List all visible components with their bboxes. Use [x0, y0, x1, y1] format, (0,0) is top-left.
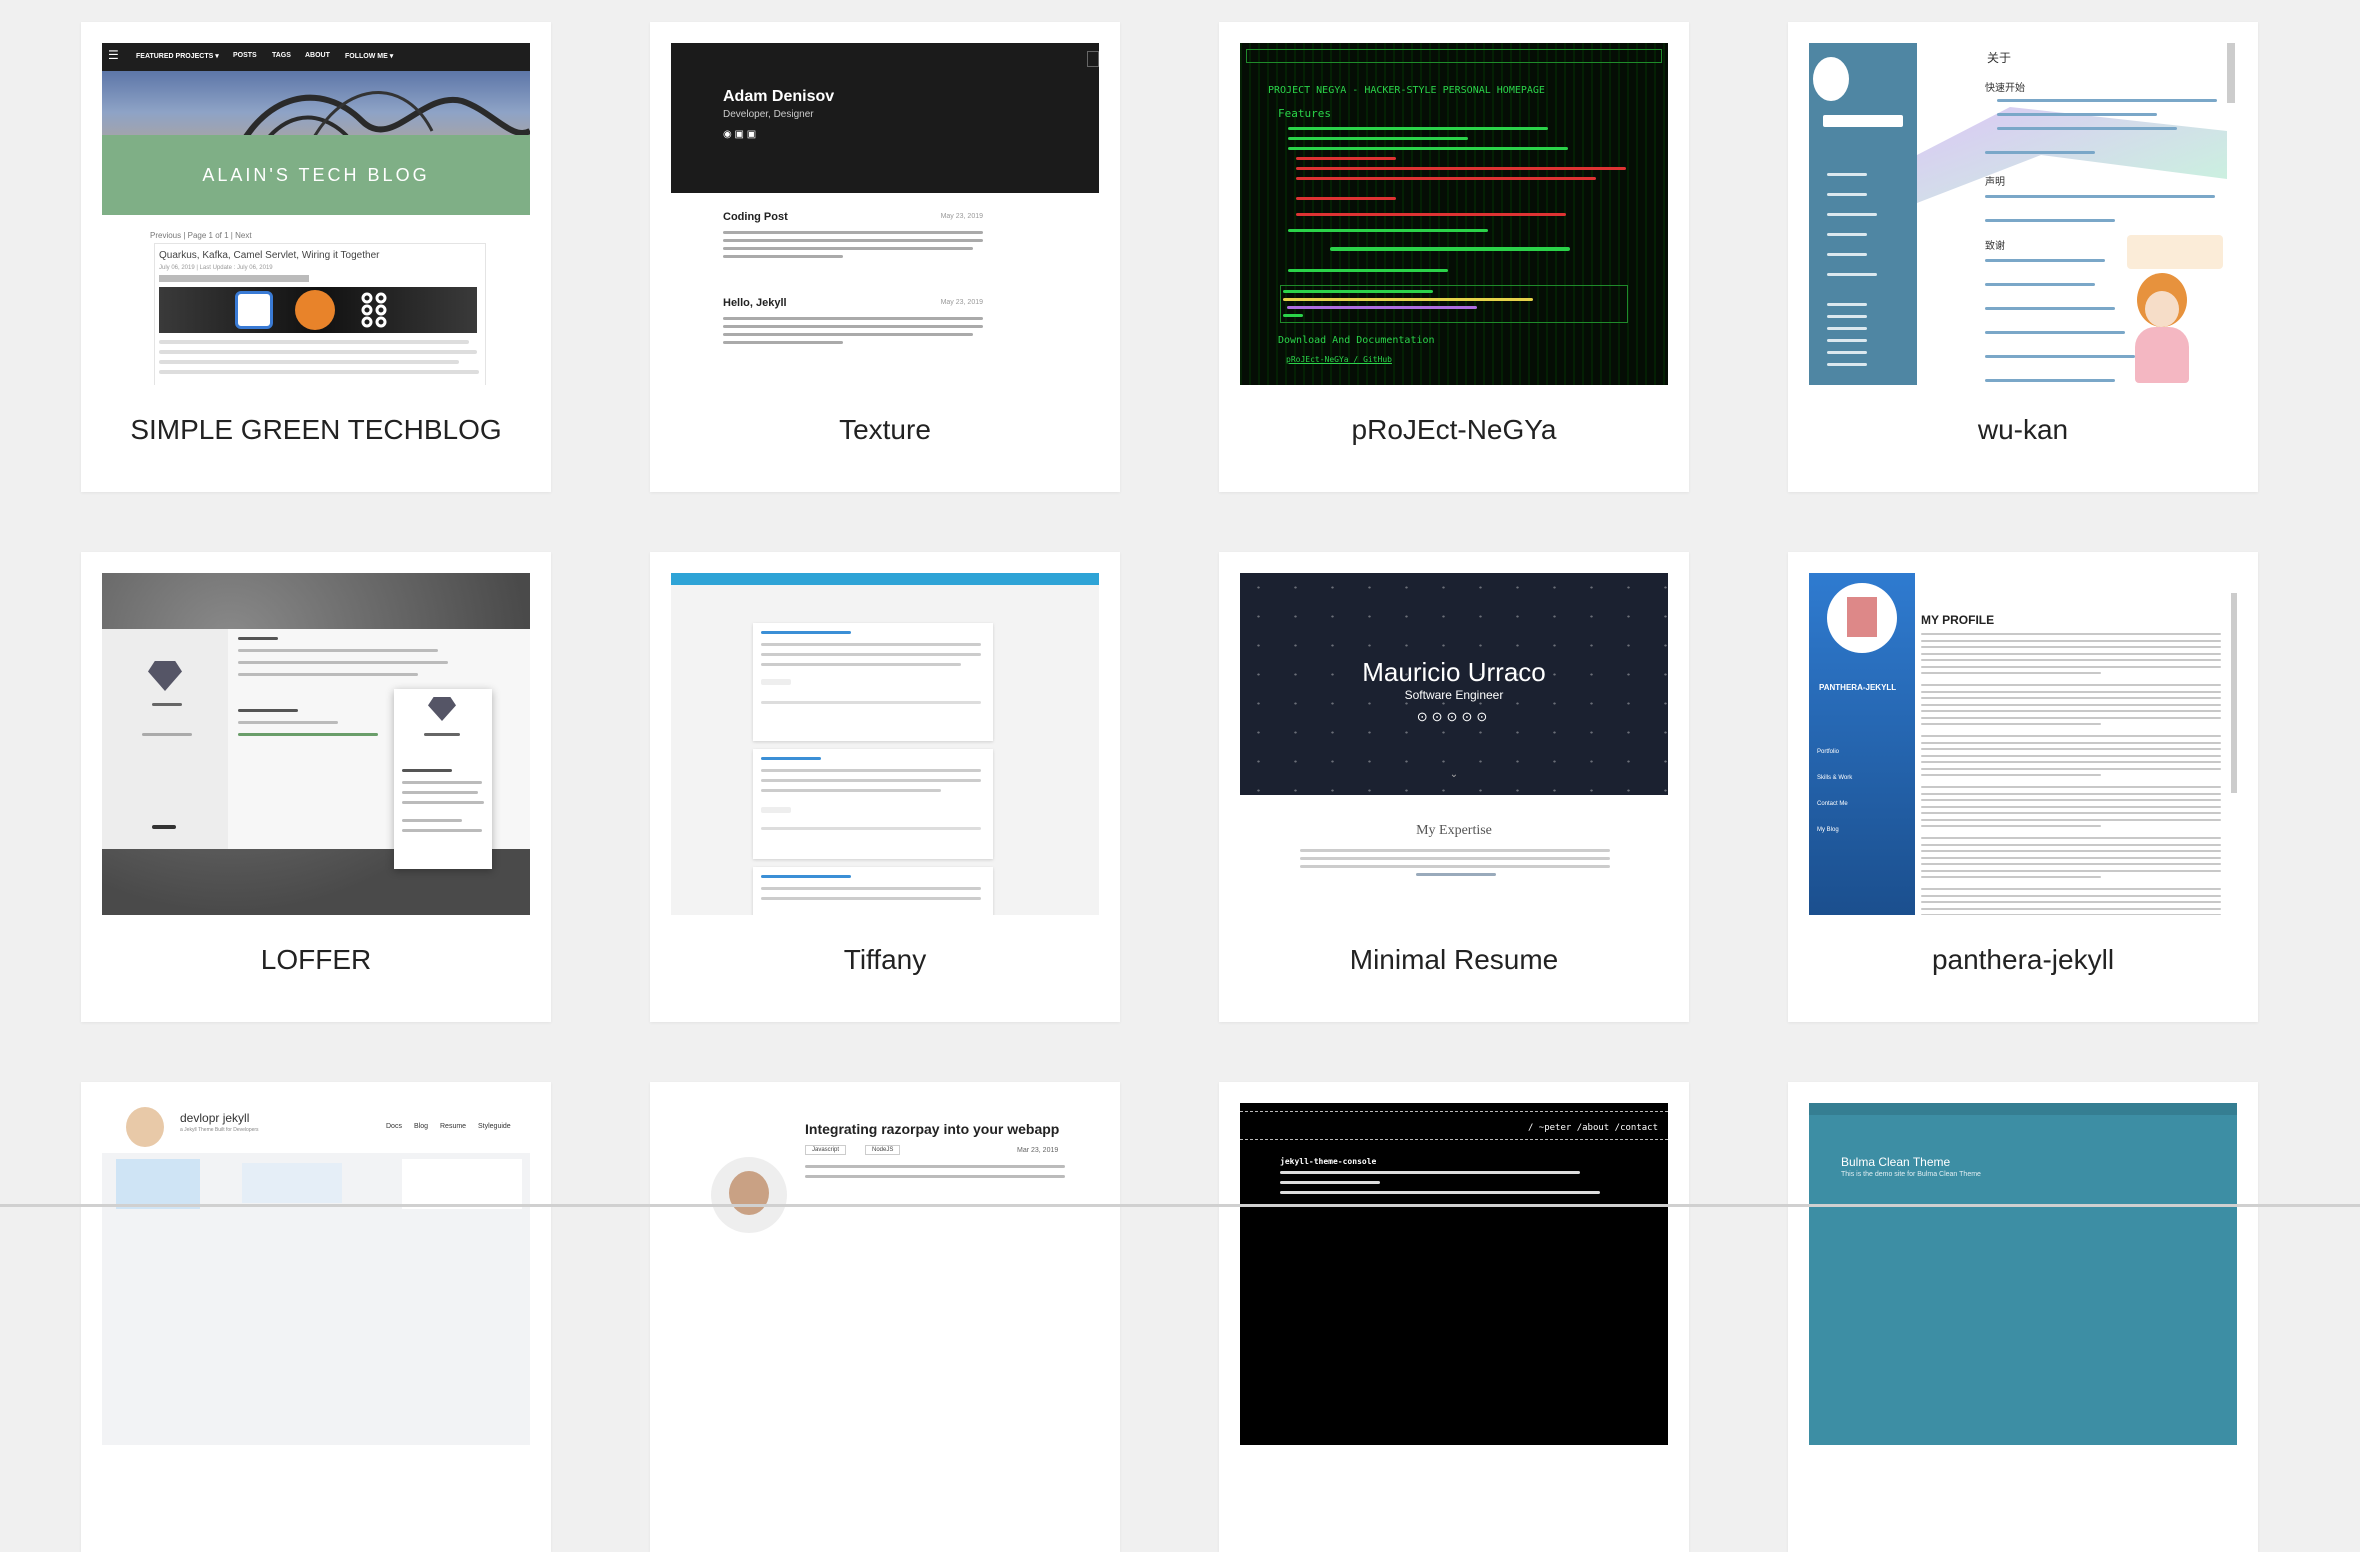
- theme-preview[interactable]: PROJECT NEGYA - HACKER-STYLE PERSONAL HO…: [1240, 43, 1668, 385]
- theme-card[interactable]: / ~peter /about /contact jekyll-theme-co…: [1219, 1082, 1689, 1552]
- preview-sidebar: [1809, 43, 1917, 385]
- preview-title: devlopr jekyll: [180, 1111, 250, 1125]
- theme-name[interactable]: SIMPLE GREEN TECHBLOG: [81, 414, 551, 446]
- preview-title: Integrating razorpay into your webapp: [805, 1121, 1060, 1137]
- theme-name[interactable]: wu-kan: [1788, 414, 2258, 446]
- theme-card[interactable]: devlopr jekyll a Jekyll Theme Built for …: [81, 1082, 551, 1552]
- theme-preview[interactable]: 关于 快速开始 声明 致谢: [1809, 43, 2237, 385]
- preview-heading: 致谢: [1985, 241, 2005, 252]
- theme-preview[interactable]: devlopr jekyll a Jekyll Theme Built for …: [102, 1103, 530, 1445]
- preview-section-title: My Expertise: [1416, 823, 1492, 838]
- theme-grid: ☰ FEATURED PROJECTS ▾ POSTS TAGS ABOUT F…: [81, 22, 2261, 1552]
- preview-post-date: May 23, 2019: [940, 299, 983, 306]
- nav-item: POSTS: [233, 52, 257, 59]
- theme-preview[interactable]: / ~peter /about /contact jekyll-theme-co…: [1240, 1103, 1668, 1445]
- preview-heading: Download And Documentation: [1278, 335, 1435, 346]
- preview-post-card: [753, 867, 993, 915]
- hamburger-icon: ☰: [108, 48, 119, 62]
- preview-role: Developer, Designer: [723, 109, 814, 120]
- preview-heading: MY PROFILE: [1921, 613, 1995, 627]
- theme-card[interactable]: 关于 快速开始 声明 致谢 wu-kan: [1788, 22, 2258, 492]
- theme-card[interactable]: Integrating razorpay into your webapp Ja…: [650, 1082, 1120, 1552]
- social-icons: ⊙⊙⊙⊙⊙: [1416, 709, 1492, 724]
- tag-badge: NodeJS: [865, 1145, 901, 1155]
- preview-mobile-frame: [394, 689, 492, 869]
- theme-card[interactable]: LOFFER: [81, 552, 551, 1022]
- preview-post-title: Coding Post: [723, 211, 788, 223]
- preview-author: Adam Denisov: [723, 88, 835, 105]
- theme-card[interactable]: PANTHERA-JEKYLL Portfolio Skills & Work …: [1788, 552, 2258, 1022]
- preview-link: pRoJEct-NeGYa / GitHub: [1286, 355, 1392, 364]
- preview-post-date: Mar 23, 2019: [1017, 1147, 1059, 1154]
- nav-item: Resume: [440, 1123, 467, 1130]
- theme-card[interactable]: PROJECT NEGYA - HACKER-STYLE PERSONAL HO…: [1219, 22, 1689, 492]
- preview-post-date: May 23, 2019: [940, 213, 983, 220]
- preview-post-image: [159, 287, 477, 333]
- theme-card[interactable]: ☰ FEATURED PROJECTS ▾ POSTS TAGS ABOUT F…: [81, 22, 551, 492]
- preview-post-title: Quarkus, Kafka, Camel Servlet, Wiring it…: [159, 250, 380, 261]
- nav-item: Styleguide: [478, 1123, 511, 1130]
- theme-preview[interactable]: [102, 573, 530, 915]
- theme-preview[interactable]: Bulma Clean Theme This is the demo site …: [1809, 1103, 2237, 1445]
- preview-subtitle: a Jekyll Theme Built for Developers: [180, 1127, 259, 1133]
- preview-post-card: [753, 749, 993, 859]
- avatar: [1827, 583, 1897, 653]
- nav-item: TAGS: [272, 52, 291, 59]
- preview-person-name: Mauricio Urraco: [1362, 657, 1546, 687]
- preview-sidebar-link: Portfolio: [1817, 749, 1840, 755]
- theme-preview[interactable]: ☰ FEATURED PROJECTS ▾ POSTS TAGS ABOUT F…: [102, 43, 530, 385]
- theme-name[interactable]: pRoJEct-NeGYa: [1219, 414, 1689, 446]
- preview-sidebar-link: Contact Me: [1817, 801, 1848, 807]
- preview-heading: 声明: [1985, 177, 2005, 188]
- preview-navbar: ☰ FEATURED PROJECTS ▾ POSTS TAGS ABOUT F…: [102, 43, 530, 71]
- theme-card[interactable]: Adam Denisov Developer, Designer ◉ ▣ ▣ C…: [650, 22, 1120, 492]
- theme-name[interactable]: panthera-jekyll: [1788, 944, 2258, 976]
- preview-title: jekyll-theme-console: [1280, 1157, 1377, 1166]
- avatar: [126, 1107, 164, 1147]
- preview-post-title: Hello, Jekyll: [723, 297, 787, 309]
- preview-heading: 快速开始: [1985, 83, 2025, 94]
- theme-name[interactable]: Texture: [650, 414, 1120, 446]
- tag-badge: Javascript: [805, 1145, 847, 1155]
- preview-hero: Mauricio Urraco Software Engineer ⊙⊙⊙⊙⊙ …: [1240, 573, 1668, 795]
- preview-post-card: [753, 623, 993, 741]
- preview-title: Bulma Clean Theme: [1841, 1155, 1951, 1169]
- preview-nav-path: / ~peter /about /contact: [1527, 1123, 1658, 1133]
- theme-card[interactable]: Tiffany: [650, 552, 1120, 1022]
- preview-pager: Previous | Page 1 of 1 | Next: [150, 231, 252, 240]
- preview-header: Adam Denisov Developer, Designer ◉ ▣ ▣: [671, 43, 1099, 193]
- nav-item: ABOUT: [305, 52, 330, 59]
- theme-card[interactable]: Mauricio Urraco Software Engineer ⊙⊙⊙⊙⊙ …: [1219, 552, 1689, 1022]
- theme-card[interactable]: Bulma Clean Theme This is the demo site …: [1788, 1082, 2258, 1552]
- theme-preview[interactable]: Adam Denisov Developer, Designer ◉ ▣ ▣ C…: [671, 43, 1099, 385]
- preview-heading: 关于: [1987, 51, 2012, 65]
- preview-sidebar: PANTHERA-JEKYLL Portfolio Skills & Work …: [1809, 573, 1915, 915]
- theme-name[interactable]: Tiffany: [650, 944, 1120, 976]
- preview-banner: ALAIN'S TECH BLOG: [102, 135, 530, 215]
- preview-banner-title: ALAIN'S TECH BLOG: [202, 165, 430, 185]
- preview-role: Software Engineer: [1404, 688, 1504, 702]
- preview-sidebar-title: PANTHERA-JEKYLL: [1819, 683, 1897, 692]
- avatar: [711, 1157, 787, 1233]
- theme-name[interactable]: LOFFER: [81, 944, 551, 976]
- preview-sidebar-link: Skills & Work: [1817, 775, 1853, 781]
- theme-preview[interactable]: PANTHERA-JEKYLL Portfolio Skills & Work …: [1809, 573, 2237, 915]
- nav-item: FOLLOW ME ▾: [345, 53, 394, 60]
- preview-subtitle: This is the demo site for Bulma Clean Th…: [1841, 1171, 1981, 1178]
- preview-sidebar-link: My Blog: [1817, 827, 1839, 833]
- theme-preview[interactable]: Mauricio Urraco Software Engineer ⊙⊙⊙⊙⊙ …: [1240, 573, 1668, 915]
- preview-mascot: [2127, 273, 2197, 383]
- nav-item: Docs: [386, 1123, 402, 1130]
- theme-preview[interactable]: Integrating razorpay into your webapp Ja…: [671, 1103, 1099, 1445]
- chevron-down-icon: ⌄: [1449, 769, 1459, 780]
- nav-item: FEATURED PROJECTS ▾: [136, 53, 219, 60]
- preview-post-meta: July 06, 2019 | Last Update : July 06, 2…: [159, 265, 273, 271]
- theme-preview[interactable]: [671, 573, 1099, 915]
- theme-name[interactable]: Minimal Resume: [1219, 944, 1689, 976]
- preview-title: PROJECT NEGYA - HACKER-STYLE PERSONAL HO…: [1268, 85, 1545, 96]
- nav-item: Blog: [414, 1123, 429, 1130]
- preview-heading: Features: [1278, 107, 1331, 120]
- social-icons: ◉ ▣ ▣: [723, 129, 757, 140]
- preview-post-card: Quarkus, Kafka, Camel Servlet, Wiring it…: [154, 243, 486, 385]
